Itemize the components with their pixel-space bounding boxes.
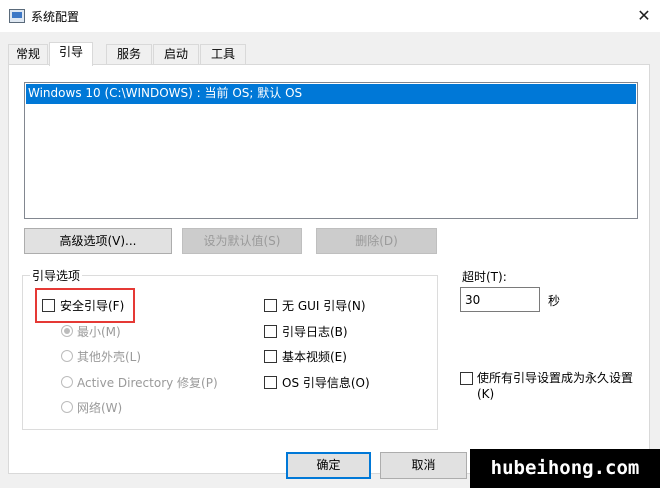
no-gui-boot-label: 无 GUI 引导(N) [282, 298, 366, 313]
boot-options-legend: 引导选项 [30, 267, 83, 284]
tab-tools[interactable]: 工具 [200, 44, 246, 65]
radio-network[interactable]: 网络(W) [61, 399, 122, 415]
no-gui-boot-checkbox[interactable]: 无 GUI 引导(N) [264, 297, 366, 313]
radio-minimal-label: 最小(M) [77, 324, 121, 339]
radio-icon [61, 376, 73, 388]
base-video-checkbox[interactable]: 基本视频(E) [264, 348, 347, 364]
checkbox-icon [264, 298, 277, 312]
radio-minimal[interactable]: 最小(M) [61, 323, 121, 339]
radio-network-label: 网络(W) [77, 400, 123, 415]
close-icon[interactable]: ✕ [628, 2, 660, 30]
os-entry-selected[interactable]: Windows 10 (C:\WINDOWS) : 当前 OS; 默认 OS [26, 84, 636, 104]
timeout-unit: 秒 [548, 294, 561, 308]
system-config-icon [9, 9, 25, 23]
radio-ad-repair-label: Active Directory 修复(P) [77, 375, 218, 390]
checkbox-icon [264, 324, 277, 338]
checkbox-icon [460, 372, 473, 385]
base-video-label: 基本视频(E) [282, 349, 347, 364]
tab-general[interactable]: 常规 [8, 44, 48, 65]
advanced-options-button[interactable]: 高级选项(V)... [24, 228, 172, 254]
tab-services[interactable]: 服务 [106, 44, 152, 65]
highlight-box [35, 288, 135, 323]
radio-ad-repair[interactable]: Active Directory 修复(P) [61, 374, 218, 390]
timeout-input[interactable] [460, 287, 540, 312]
delete-button[interactable]: 删除(D) [316, 228, 437, 254]
window-title: 系统配置 [31, 10, 80, 24]
radio-alternate-shell[interactable]: 其他外壳(L) [61, 348, 141, 364]
set-default-button[interactable]: 设为默认值(S) [182, 228, 302, 254]
ok-button[interactable]: 确定 [286, 452, 371, 479]
os-boot-info-checkbox[interactable]: OS 引导信息(O) [264, 374, 370, 390]
tab-startup[interactable]: 启动 [153, 44, 199, 65]
title-bar: 系统配置 ✕ [0, 0, 660, 32]
boot-os-list[interactable]: Windows 10 (C:\WINDOWS) : 当前 OS; 默认 OS [24, 82, 638, 219]
radio-icon [61, 401, 73, 413]
checkbox-icon [264, 375, 277, 389]
site-watermark: hubeihong.com [470, 449, 660, 488]
timeout-label: 超时(T): [462, 270, 507, 284]
boot-log-checkbox[interactable]: 引导日志(B) [264, 323, 348, 339]
boot-log-label: 引导日志(B) [282, 324, 348, 339]
cancel-button[interactable]: 取消 [380, 452, 467, 479]
checkbox-icon [264, 349, 277, 363]
radio-selected-icon [61, 325, 73, 337]
radio-alternate-shell-label: 其他外壳(L) [77, 349, 142, 364]
make-permanent-label: 使所有引导设置成为永久设置(K) [477, 371, 634, 401]
radio-icon [61, 350, 73, 362]
os-boot-info-label: OS 引导信息(O) [282, 375, 370, 390]
make-permanent-checkbox[interactable]: 使所有引导设置成为永久设置(K) [460, 370, 650, 402]
tab-boot[interactable]: 引导 [49, 42, 93, 66]
